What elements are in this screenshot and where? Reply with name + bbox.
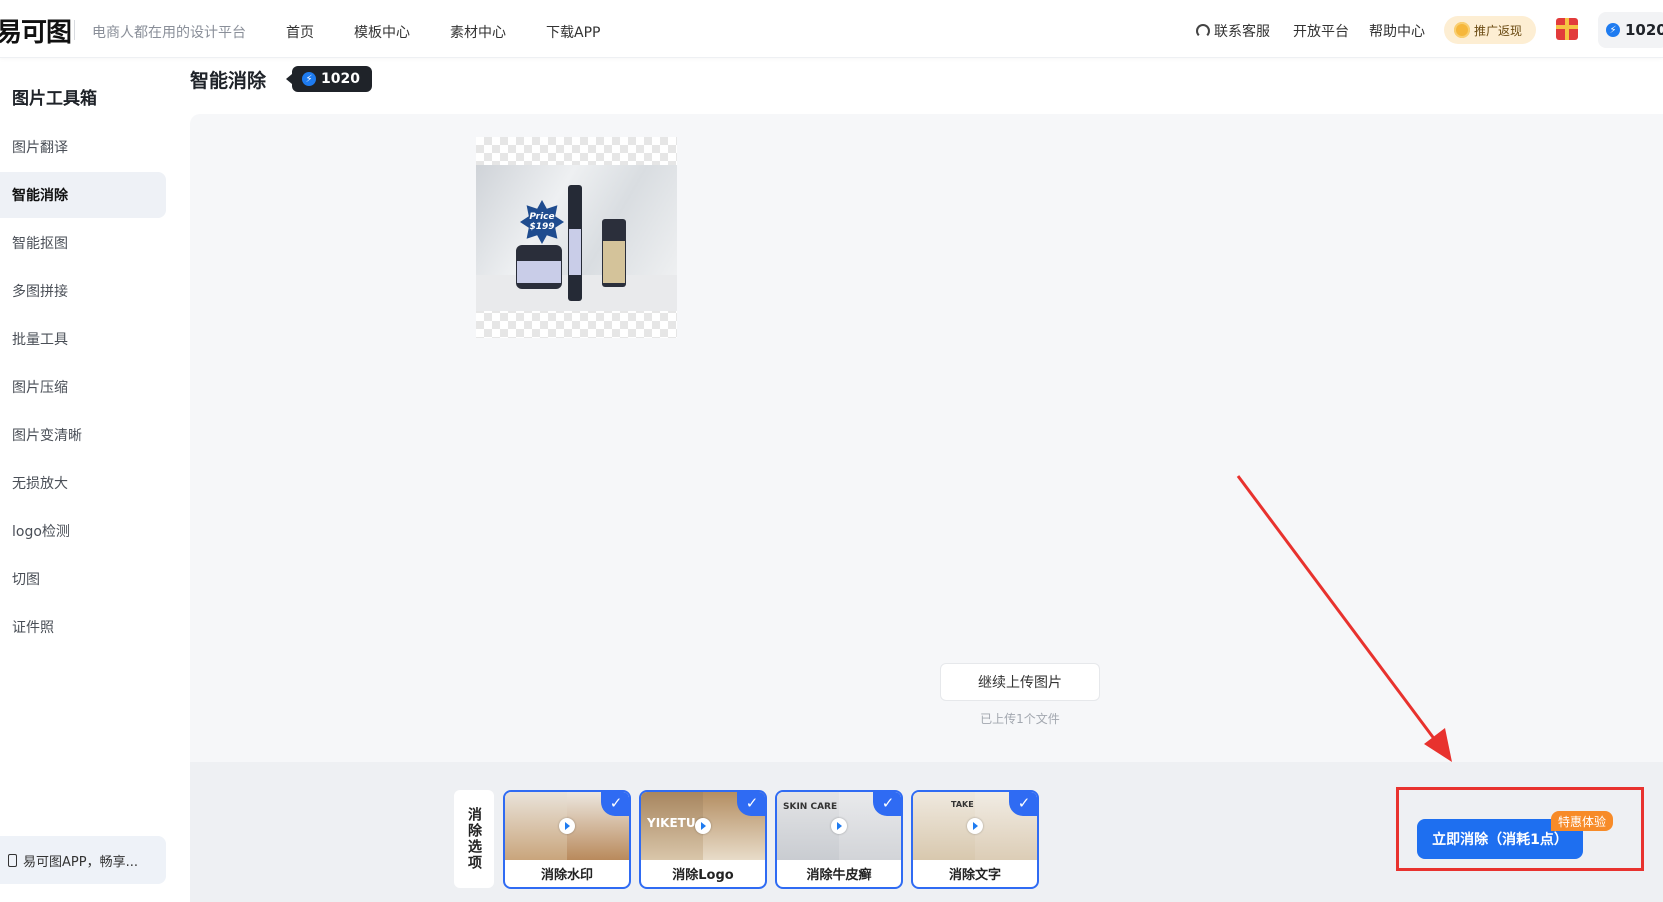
sidebar-item-upscale[interactable]: 无损放大 <box>0 460 166 506</box>
open-platform-link[interactable]: 开放平台 <box>1293 21 1349 41</box>
deal-badge: 特惠体验 <box>1551 811 1614 831</box>
sidebar-item-logo-detect[interactable]: logo检测 <box>0 508 166 554</box>
sidebar-item-id-photo[interactable]: 证件照 <box>0 604 166 650</box>
header-credits-value: 1020 <box>1625 21 1663 39</box>
nav-home[interactable]: 首页 <box>286 22 314 42</box>
phone-icon <box>8 853 17 867</box>
logo-overlay-text: YIKETU <box>647 816 696 830</box>
logo[interactable]: 易可图 <box>0 12 72 49</box>
take-overlay-text: TAKE <box>951 800 974 809</box>
page-title: 智能消除 <box>190 70 267 92</box>
compare-arrow-icon <box>967 818 983 834</box>
sidebar-item-batch-tools[interactable]: 批量工具 <box>0 316 166 362</box>
logo-divider <box>74 20 75 40</box>
nav-templates[interactable]: 模板中心 <box>354 22 410 42</box>
help-center-link[interactable]: 帮助中心 <box>1369 21 1425 41</box>
promo-label: 推广返现 <box>1474 23 1523 38</box>
bottle-label <box>569 229 581 275</box>
credit-badge: ⚡ 1020 <box>286 66 372 92</box>
app-promo-banner[interactable]: 易可图APP，畅享... <box>0 836 166 884</box>
option-remove-text[interactable]: TAKE ✓ 消除文字 <box>911 790 1039 889</box>
product-photo: Price $199 <box>476 165 677 311</box>
sidebar-item-image-translate[interactable]: 图片翻译 <box>0 124 166 170</box>
compare-arrow-icon <box>559 818 575 834</box>
sidebar-item-sharpen[interactable]: 图片变清晰 <box>0 412 166 458</box>
check-icon: ✓ <box>601 792 629 816</box>
option-remove-watermark[interactable]: ✓ 消除水印 <box>503 790 631 889</box>
promo-cashback-button[interactable]: 推广返现 <box>1444 16 1536 44</box>
price-line-2: $199 <box>529 222 555 232</box>
sidebar-title: 图片工具箱 <box>12 89 97 109</box>
top-bar: 易可图 电商人都在用的设计平台 首页 模板中心 素材中心 下载APP 联系客服 … <box>0 0 1663 58</box>
skin-care-overlay-text: SKIN CARE <box>783 802 838 812</box>
price-line-1: Price <box>529 212 555 222</box>
compare-arrow-icon <box>695 818 711 834</box>
bottle-small-label <box>603 241 625 283</box>
option-remove-logo[interactable]: YIKETU ✓ 消除Logo <box>639 790 767 889</box>
bolt-icon: ⚡ <box>302 72 316 86</box>
check-icon: ✓ <box>737 792 765 816</box>
check-icon: ✓ <box>1009 792 1037 816</box>
compare-arrow-icon <box>831 818 847 834</box>
bolt-icon: ⚡ <box>1606 23 1620 37</box>
sidebar-item-smart-cutout[interactable]: 智能抠图 <box>0 220 166 266</box>
option-caption: 消除Logo <box>672 868 734 883</box>
slogan: 电商人都在用的设计平台 <box>92 25 246 41</box>
workspace-canvas <box>190 114 1663 762</box>
cream-jar-label <box>517 261 561 283</box>
price-tag-text: Price $199 <box>523 212 561 232</box>
credit-badge-value: 1020 <box>321 71 360 87</box>
sidebar-item-collage[interactable]: 多图拼接 <box>0 268 166 314</box>
sidebar-item-slice[interactable]: 切图 <box>0 556 166 602</box>
erase-options-label: 消除选项 <box>454 790 494 888</box>
app-promo-text: 易可图APP，畅享... <box>23 854 138 870</box>
upload-status-hint: 已上传1个文件 <box>980 712 1060 726</box>
nav-download-app[interactable]: 下载APP <box>546 22 600 42</box>
gift-icon[interactable] <box>1556 18 1578 40</box>
headset-icon <box>1196 24 1210 38</box>
option-caption: 消除文字 <box>948 868 1001 883</box>
contact-support-link[interactable]: 联系客服 <box>1196 21 1270 41</box>
coin-icon <box>1454 22 1470 38</box>
check-icon: ✓ <box>873 792 901 816</box>
sidebar-item-compress[interactable]: 图片压缩 <box>0 364 166 410</box>
option-caption: 消除水印 <box>540 868 593 883</box>
sidebar-item-smart-erase[interactable]: 智能消除 <box>0 172 166 218</box>
continue-upload-button[interactable]: 继续上传图片 <box>940 663 1100 701</box>
option-caption: 消除牛皮癣 <box>806 868 872 883</box>
header-credits[interactable]: ⚡ 1020 <box>1598 12 1663 48</box>
nav-materials[interactable]: 素材中心 <box>450 22 506 42</box>
uploaded-image-thumbnail[interactable]: Price $199 <box>476 137 677 338</box>
contact-support-label: 联系客服 <box>1214 24 1270 40</box>
option-remove-spam-text[interactable]: SKIN CARE ✓ 消除牛皮癣 <box>775 790 903 889</box>
